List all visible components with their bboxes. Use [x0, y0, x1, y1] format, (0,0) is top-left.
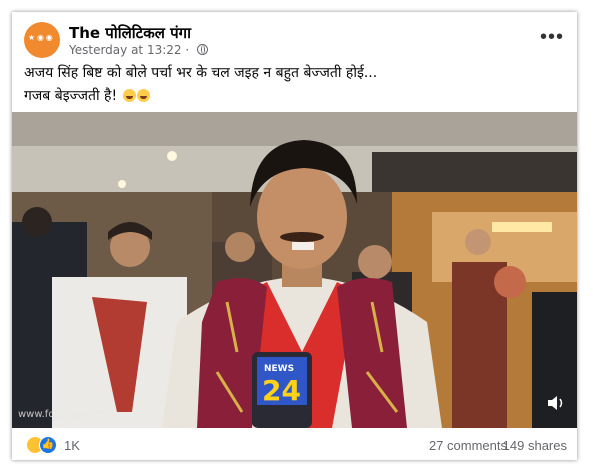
- post-meta: Yesterday at 13:22 ·: [69, 43, 208, 57]
- laughing-emoji-icon: [136, 89, 150, 102]
- video-watermark: www.fotohub.com: [18, 409, 108, 420]
- caption-line-2-text: गजब बेइज्जती है!: [24, 88, 118, 104]
- shares-count[interactable]: 149 shares: [503, 438, 567, 453]
- facebook-post: ★ ◉ ◉ The पोलिटिकल पंगा Yesterday at 13:…: [12, 12, 577, 460]
- globe-icon: [196, 44, 208, 55]
- page-avatar[interactable]: ★ ◉ ◉: [24, 22, 60, 58]
- avatar-logo: ★ ◉ ◉: [28, 33, 53, 42]
- like-reaction-icon: 👍: [39, 436, 57, 454]
- mic-logo-prefix: NEWS: [264, 364, 294, 374]
- reaction-count[interactable]: 1K: [64, 438, 80, 453]
- post-footer: 👍 1K 27 comments 149 shares: [12, 428, 577, 460]
- page-name-link[interactable]: The पोलिटिकल पंगा: [69, 23, 191, 43]
- post-timestamp[interactable]: Yesterday at 13:22 ·: [69, 43, 189, 57]
- speaker-icon[interactable]: [546, 394, 566, 412]
- comments-count[interactable]: 27 comments: [429, 438, 507, 453]
- laughing-emoji-icon: [122, 89, 136, 102]
- video-frame: NEWS 24 www.fotohub.com: [12, 112, 577, 428]
- post-caption: अजय सिंह बिष्ट को बोले पर्चा भर के चल जइ…: [24, 62, 569, 108]
- mic-logo-number: 24: [262, 374, 301, 407]
- post-header: ★ ◉ ◉ The पोलिटिकल पंगा Yesterday at 13:…: [24, 22, 564, 58]
- caption-line-1: अजय सिंह बिष्ट को बोले पर्चा भर के चल जइ…: [24, 65, 378, 81]
- caption-line-2: गजब बेइज्जती है!: [24, 85, 569, 108]
- more-options-button[interactable]: •••: [540, 26, 564, 49]
- video-player[interactable]: NEWS 24 www.fotohub.com: [12, 112, 577, 428]
